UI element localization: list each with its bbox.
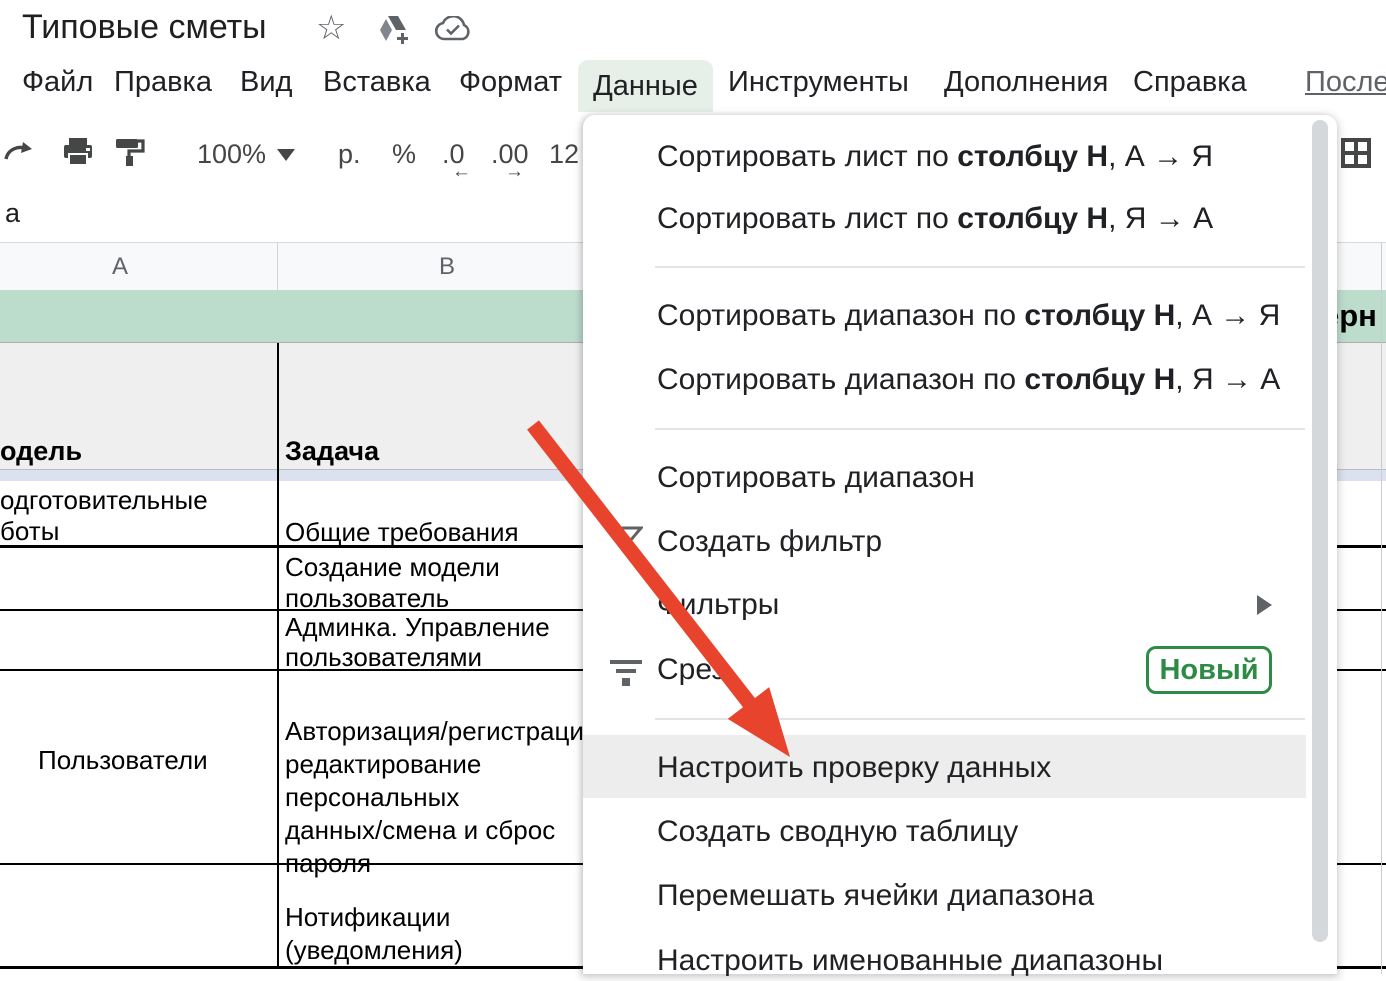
new-feature-badge: Новый	[1146, 646, 1272, 694]
last-edit-link[interactable]: Послед	[1305, 66, 1386, 99]
menu-item-sort-sheet-az[interactable]: Сортировать лист по столбцу H, А → Я	[657, 137, 1213, 177]
drive-move-icon[interactable]	[378, 14, 412, 49]
paint-format-glyph	[114, 137, 146, 167]
menu-item-text: Сортировать лист по	[657, 140, 957, 173]
menu-item-sort-sheet-za[interactable]: Сортировать лист по столбцу H, Я → А	[657, 199, 1213, 239]
cell-line: Админка. Управление	[285, 612, 550, 642]
right-gridline	[1381, 243, 1382, 974]
redo-glyph	[3, 137, 35, 165]
menu-item-randomize-range[interactable]: Перемешать ячейки диапазона	[657, 876, 1094, 916]
format-currency-button[interactable]: р.	[338, 139, 361, 170]
decrease-decimals-arrow-icon: ←	[452, 161, 471, 183]
menubar-item-help[interactable]: Справка	[1133, 66, 1247, 99]
cell-b-create-user-model[interactable]: Создание модели пользователь	[285, 552, 500, 614]
column-gridline	[277, 243, 278, 290]
menubar-item-data-label: Данные	[578, 60, 713, 112]
format-percent-button[interactable]: %	[392, 139, 416, 170]
zoom-select[interactable]: 100%	[197, 139, 266, 170]
cell-line: Создание модели	[285, 552, 500, 583]
column-header-a[interactable]: A	[60, 253, 180, 281]
menu-item-create-pivot-table[interactable]: Создать сводную таблицу	[657, 812, 1018, 852]
menu-item-data-validation[interactable]: Настроить проверку данных	[657, 748, 1051, 788]
menu-item-sort-range-az[interactable]: Сортировать диапазон по столбцу H, А → Я	[657, 296, 1280, 336]
menu-item-named-ranges[interactable]: Настроить именованные диапазоны	[657, 941, 1163, 981]
menu-item-text: , Я → А	[1175, 363, 1280, 396]
menubar-item-file[interactable]: Файл	[22, 66, 93, 99]
chevron-down-icon[interactable]	[277, 149, 295, 161]
cell-a-prep-works[interactable]: одготовительные боты	[0, 485, 208, 547]
menu-item-text: , А → Я	[1108, 140, 1213, 173]
increase-decimals-arrow-icon: →	[505, 161, 524, 183]
cell-line: боты	[0, 516, 208, 547]
menu-divider	[655, 428, 1305, 430]
cloud-check-glyph	[434, 16, 472, 42]
cell-line: редактирование	[285, 748, 584, 781]
paint-format-icon[interactable]	[114, 137, 146, 172]
menu-item-text-bold: столбцу H	[957, 140, 1108, 173]
menubar-item-view[interactable]: Вид	[240, 66, 292, 99]
cell-line: Нотификации	[285, 901, 463, 934]
borders-glyph	[1341, 138, 1371, 168]
menu-item-text-bold: столбцу H	[1024, 363, 1175, 396]
borders-icon[interactable]	[1341, 138, 1371, 173]
menu-item-sort-range[interactable]: Сортировать диапазон	[657, 458, 975, 498]
menu-divider	[655, 266, 1305, 268]
menu-item-sort-range-za[interactable]: Сортировать диапазон по столбцу H, Я → А	[657, 360, 1280, 400]
cell-line: Авторизация/регистраци	[285, 715, 584, 748]
filter-funnel-icon	[611, 526, 643, 557]
cell-b-notifications[interactable]: Нотификации (уведомления)	[285, 901, 463, 967]
menu-item-text: Сортировать лист по	[657, 202, 957, 235]
menu-item-create-filter[interactable]: Создать фильтр	[657, 522, 882, 562]
document-title[interactable]: Типовые сметы	[22, 8, 267, 47]
menubar-item-addons[interactable]: Дополнения	[944, 66, 1108, 99]
submenu-arrow-icon	[1257, 595, 1272, 615]
menu-divider	[655, 718, 1305, 720]
table-column-border	[277, 343, 279, 969]
menubar-item-data-active[interactable]: Данные	[578, 60, 713, 112]
menu-item-text: , А → Я	[1175, 299, 1280, 332]
menubar-item-edit[interactable]: Правка	[114, 66, 212, 99]
cell-line: (уведомления)	[285, 934, 463, 967]
cell-a-users-group[interactable]: Пользователи	[38, 744, 208, 777]
table-header-model: одель	[0, 435, 82, 468]
menubar-item-insert[interactable]: Вставка	[323, 66, 431, 99]
menu-item-text-bold: столбцу H	[957, 202, 1108, 235]
formula-bar-value: а	[5, 198, 20, 229]
print-glyph	[62, 137, 94, 167]
font-size-select[interactable]: 12	[549, 139, 579, 170]
table-header-task: Задача	[285, 435, 379, 468]
menu-item-text: Сортировать диапазон по	[657, 363, 1024, 396]
cell-line: персональных	[285, 781, 584, 814]
slicer-icon	[609, 658, 643, 693]
menu-item-slicer[interactable]: Срез	[657, 650, 725, 690]
menu-item-filters[interactable]: Фильтры	[657, 585, 779, 625]
menu-scrollbar-thumb[interactable]	[1312, 120, 1328, 942]
cell-line: одготовительные	[0, 485, 208, 516]
cell-line: данных/смена и сброс	[285, 814, 584, 847]
menubar-item-format[interactable]: Формат	[459, 66, 562, 99]
cell-b-auth-registration[interactable]: Авторизация/регистраци редактирование пе…	[285, 715, 584, 880]
menu-item-text: , Я → А	[1108, 202, 1213, 235]
redo-icon[interactable]	[3, 137, 35, 170]
cell-line: пользователями	[285, 642, 550, 672]
menu-item-text-bold: столбцу H	[1024, 299, 1175, 332]
cloud-check-icon[interactable]	[434, 16, 472, 47]
column-header-b[interactable]: B	[387, 253, 507, 281]
star-icon[interactable]: ☆	[316, 8, 346, 48]
menu-item-text: Сортировать диапазон по	[657, 299, 1024, 332]
print-icon[interactable]	[62, 137, 94, 172]
cell-b-admin-users[interactable]: Админка. Управление пользователями	[285, 612, 550, 672]
drive-move-glyph	[378, 14, 412, 44]
menubar-item-tools[interactable]: Инструменты	[728, 66, 909, 99]
